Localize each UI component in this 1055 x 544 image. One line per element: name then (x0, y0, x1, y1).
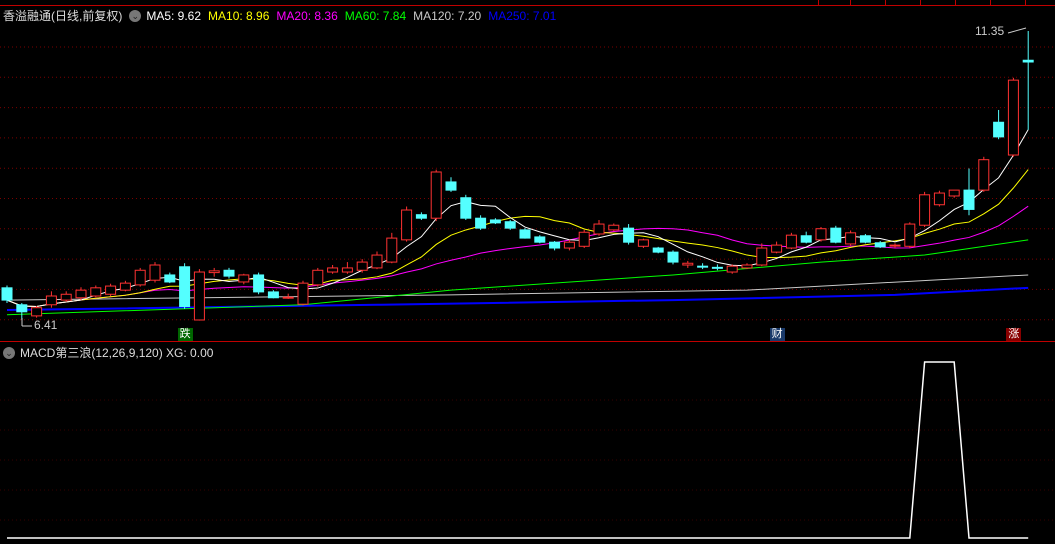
candle-down (415, 214, 427, 219)
candle-down (711, 266, 723, 269)
ma20-line (6, 205, 1029, 308)
candle-up (282, 296, 294, 299)
candle-up (90, 287, 102, 297)
candle-up (741, 264, 753, 269)
candle-up (193, 271, 205, 321)
candle-down (179, 266, 191, 308)
candle-down (859, 235, 871, 243)
candle-up (771, 244, 783, 253)
candle-down (253, 274, 265, 293)
candle-up (149, 264, 161, 281)
candle-up (430, 171, 442, 219)
candle-down (504, 221, 516, 229)
candle-up (726, 265, 738, 273)
candle-up (948, 189, 960, 197)
candle-down (800, 235, 812, 243)
candle-up (889, 244, 901, 247)
indicator-header: ⌄ MACD第三浪(12,26,9,120) XG: 0.00 (3, 344, 220, 361)
candle-up (134, 269, 146, 286)
candle-down (963, 189, 975, 210)
candle-down (1, 287, 13, 301)
candle-down (519, 229, 531, 239)
ma5-label: MA5: 9.62 (146, 8, 202, 23)
candle-up (60, 293, 72, 301)
candle-down (267, 291, 279, 299)
candle-up (327, 267, 339, 273)
signal-marker: 跌 (177, 328, 193, 341)
panel-divider[interactable] (0, 341, 1055, 342)
kline-chart[interactable] (0, 0, 1055, 544)
candle-down (667, 251, 679, 263)
candle-up (45, 295, 57, 306)
ma250-label: MA250: 7.01 (488, 8, 557, 23)
candle-down (830, 227, 842, 243)
candle-up (341, 267, 353, 273)
candle-up (815, 228, 827, 241)
candle-down (534, 236, 546, 243)
candle-up (578, 231, 590, 247)
candle-up (297, 282, 309, 305)
candle-up (75, 289, 87, 299)
candle-down (697, 265, 709, 268)
candle-up (919, 194, 931, 226)
candle-up (386, 237, 398, 263)
candle-down (489, 219, 501, 224)
candle-up (401, 209, 413, 241)
stock-title: 香溢融通(日线,前复权) (3, 9, 123, 23)
high-arrow (1007, 27, 1027, 34)
candle-up (208, 270, 220, 274)
candle-down (475, 217, 487, 229)
candle-up (312, 269, 324, 286)
candle-down (445, 181, 457, 191)
candle-up (105, 285, 117, 295)
ma20-label: MA20: 8.36 (276, 8, 338, 23)
candle-up (904, 223, 916, 247)
candle-up (933, 192, 945, 206)
candle-up (682, 262, 694, 266)
candle-up (756, 247, 768, 266)
indicator-title: MACD第三浪(12,26,9,120) XG: 0.00 (20, 346, 214, 360)
candle-up (371, 254, 383, 269)
candle-down (460, 197, 472, 219)
signal-marker: 财 (769, 328, 785, 341)
candle-down (549, 241, 561, 249)
chevron-down-icon[interactable]: ⌄ (129, 9, 142, 22)
candle-down (164, 274, 176, 283)
ma10-label: MA10: 8.96 (208, 8, 270, 23)
main-chart-header: 香溢融通(日线,前复权) ⌄ MA5: 9.62 MA10: 8.96 MA20… (3, 7, 563, 24)
signal-marker: 涨 (1006, 328, 1022, 341)
candle-down (223, 269, 235, 277)
candle-up (1007, 79, 1019, 156)
candle-up (978, 159, 990, 191)
high-price-label: 11.35 (975, 24, 1005, 38)
candle-up (637, 239, 649, 247)
candle-down (1022, 59, 1034, 63)
candle-down (993, 121, 1005, 138)
candle-up (785, 234, 797, 249)
ma250-line (6, 286, 1029, 312)
candle-up (845, 232, 857, 245)
candle-up (608, 224, 620, 231)
candle-down (16, 304, 28, 313)
candle-up (238, 274, 250, 283)
chevron-down-icon[interactable]: ⌄ (3, 346, 15, 359)
ma60-label: MA60: 7.84 (344, 8, 407, 23)
xg-line (7, 361, 1029, 539)
ma120-label: MA120: 7.20 (413, 8, 482, 23)
candle-up (563, 241, 575, 249)
candle-up (593, 223, 605, 235)
candle-down (652, 247, 664, 253)
candle-up (119, 282, 131, 291)
candle-up (31, 307, 43, 317)
candle-up (356, 261, 368, 271)
candle-down (623, 227, 635, 243)
low-price-label: 6.41 (34, 318, 58, 332)
candle-down (874, 242, 886, 248)
